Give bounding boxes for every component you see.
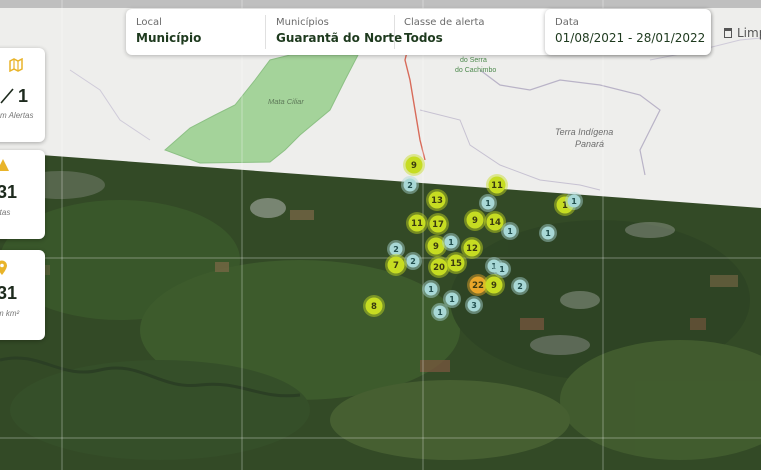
cluster-marker[interactable]: 13 [426, 189, 448, 211]
cluster-marker[interactable]: 17 [427, 213, 449, 235]
map-label-mata: Mata Ciliar [268, 97, 304, 106]
cluster-count: 1 [545, 229, 551, 238]
classe-filter[interactable]: Classe de alerta Todos [394, 9, 544, 55]
cluster-marker[interactable]: 12 [461, 237, 483, 259]
cluster-marker[interactable]: 9 [483, 274, 505, 296]
cluster-count: 2 [517, 282, 523, 291]
classe-filter-value: Todos [404, 31, 443, 45]
card-warnings: 31 rtas [0, 150, 45, 239]
cluster-count: 1 [448, 238, 454, 247]
cluster-count: 1 [437, 308, 443, 317]
cluster-count: 11 [491, 181, 503, 191]
classe-filter-label: Classe de alerta [404, 17, 485, 28]
cluster-count: 13 [431, 196, 443, 206]
cluster-marker[interactable]: 1 [442, 233, 460, 251]
cluster-marker[interactable]: 15 [445, 252, 467, 274]
cluster-marker[interactable]: 3 [465, 296, 483, 314]
area-caption: m km² [0, 309, 20, 318]
cluster-count: 15 [450, 259, 462, 269]
cluster-count: 2 [410, 257, 416, 266]
cluster-count: 22 [472, 281, 484, 291]
cluster-marker[interactable]: 11 [486, 174, 508, 196]
cluster-marker[interactable]: 8 [363, 295, 385, 317]
cluster-count: 7 [393, 261, 399, 271]
warnings-count: 31 [0, 182, 18, 202]
clear-filters-button[interactable]: Limp [724, 26, 761, 40]
cluster-count: 1 [499, 265, 505, 274]
local-filter-label: Local [136, 17, 162, 28]
cluster-marker[interactable]: 7 [385, 254, 407, 276]
date-filter-label: Data [555, 17, 579, 28]
cluster-count: 1 [485, 199, 491, 208]
date-filter[interactable]: Data 01/08/2021 - 28/01/2022 [545, 9, 711, 55]
cluster-count: 11 [411, 219, 423, 229]
cluster-count: 9 [491, 281, 497, 291]
map-label-panara: Panará [575, 139, 604, 149]
map-label-serra: do Serra [460, 57, 487, 64]
cluster-count: 1 [507, 227, 513, 236]
filter-bar: Local Município Municípios Guarantã do N… [126, 9, 711, 55]
cluster-marker[interactable]: 1 [539, 224, 557, 242]
municipio-filter-value: Guarantã do Norte [276, 31, 403, 45]
trend-icon [0, 88, 14, 104]
cluster-marker[interactable]: 1 [565, 192, 583, 210]
cluster-marker[interactable]: 9 [403, 154, 425, 176]
location-pin-icon [0, 260, 7, 275]
card-alerts: 1 m Alertas [0, 48, 45, 142]
cluster-count: 1 [428, 285, 434, 294]
cluster-count: 1 [449, 295, 455, 304]
cluster-count: 9 [472, 216, 478, 226]
trash-icon [724, 28, 732, 38]
date-filter-value: 01/08/2021 - 28/01/2022 [555, 31, 706, 45]
cluster-count: 2 [407, 181, 413, 190]
municipio-filter[interactable]: Municípios Guarantã do Norte [266, 9, 402, 55]
cluster-marker[interactable]: 1 [479, 194, 497, 212]
warning-triangle-icon [0, 159, 9, 171]
cluster-marker[interactable]: 1 [501, 222, 519, 240]
warnings-caption: rtas [0, 208, 11, 217]
municipio-filter-label: Municípios [276, 17, 329, 28]
card-area: 31 m km² [0, 250, 45, 340]
cluster-count: 14 [489, 218, 501, 228]
cluster-count: 17 [432, 220, 444, 230]
cluster-marker[interactable]: 2 [511, 277, 529, 295]
cluster-count: 1 [571, 197, 577, 206]
cluster-count: 3 [471, 301, 477, 310]
alerts-count: 1 [18, 86, 29, 106]
clear-filters-label: Limp [737, 26, 761, 40]
satellite-map[interactable]: Mata Ciliar do Serra do Cachimbo Terra I… [0, 0, 761, 470]
map-top-edge [0, 0, 761, 8]
cluster-marker[interactable]: 11 [406, 212, 428, 234]
cluster-count: 20 [433, 263, 445, 273]
area-count: 31 [0, 283, 18, 303]
cluster-count: 9 [433, 242, 439, 252]
local-filter[interactable]: Local Município [126, 9, 266, 55]
cluster-marker[interactable]: 1 [422, 280, 440, 298]
cluster-count: 12 [466, 244, 478, 254]
local-filter-value: Município [136, 31, 202, 45]
cluster-count: 8 [371, 302, 377, 312]
map-icon [9, 58, 23, 72]
map-label-cachimbo: do Cachimbo [455, 67, 496, 74]
cluster-marker[interactable]: 2 [401, 176, 419, 194]
cluster-marker[interactable]: 9 [464, 209, 486, 231]
map-label-terra: Terra Indígena [555, 127, 613, 137]
cluster-count: 2 [393, 245, 399, 254]
alerts-caption: m Alertas [0, 111, 34, 120]
cluster-marker[interactable]: 1 [431, 303, 449, 321]
cluster-count: 9 [411, 161, 417, 171]
